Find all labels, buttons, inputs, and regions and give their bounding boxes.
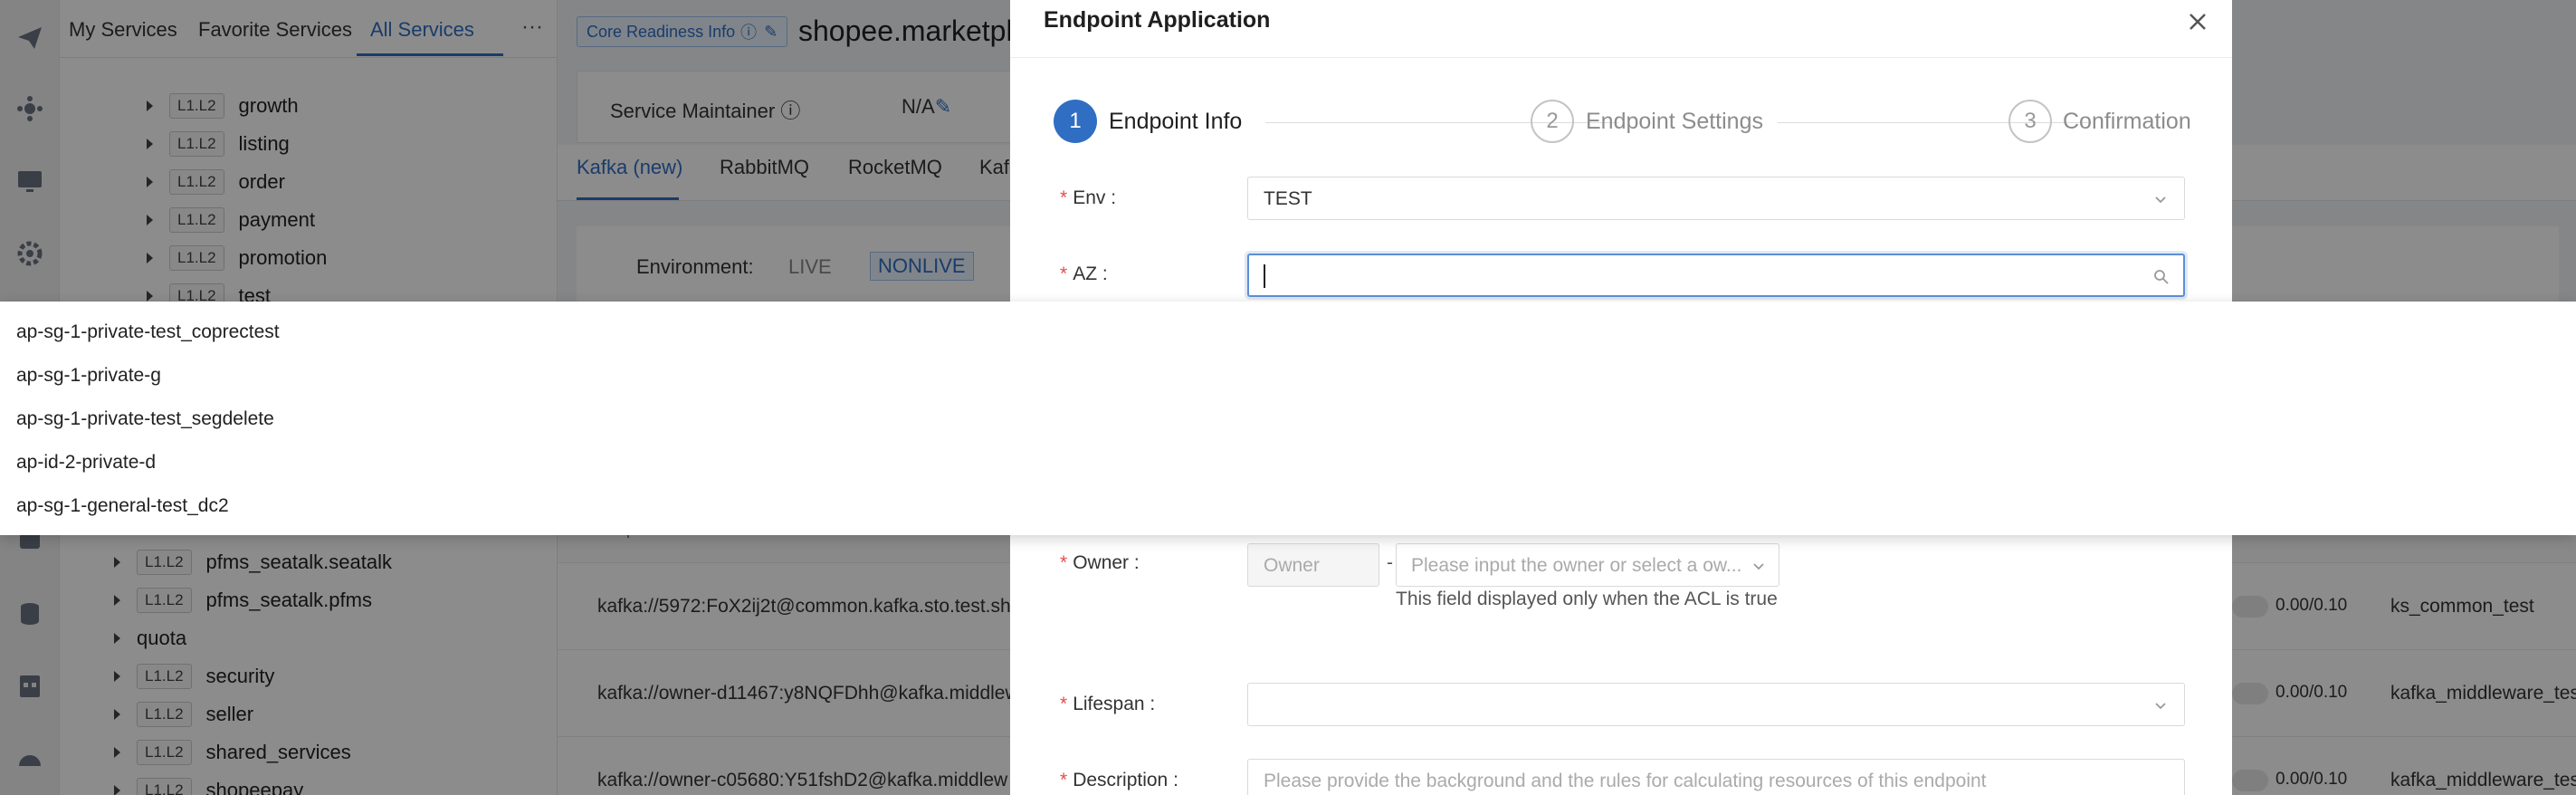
step-2-label: Endpoint Settings: [1586, 109, 1763, 134]
step-2-circle: 2: [1531, 100, 1574, 143]
owner-placeholder: Please input the owner or select a ow...: [1411, 555, 1742, 576]
step-1-label: Endpoint Info: [1109, 109, 1243, 134]
step-3-label: Confirmation: [2063, 109, 2191, 134]
modal-header: Endpoint Application: [1010, 0, 2232, 58]
lifespan-label: * Lifespan :: [1060, 694, 1156, 714]
az-option[interactable]: ap-sg-1-general-test_dc2: [16, 495, 229, 517]
text-cursor: [1264, 264, 1265, 288]
az-option[interactable]: ap-id-2-private-d: [16, 452, 156, 474]
step-3-circle: 3: [2008, 100, 2052, 143]
description-placeholder: Please provide the background and the ru…: [1264, 771, 1987, 791]
az-search-input[interactable]: [1247, 254, 2185, 297]
env-label: * Env :: [1060, 187, 1117, 208]
chevron-down-icon: [1750, 557, 1768, 575]
az-option[interactable]: ap-sg-1-private-g: [16, 365, 161, 387]
owner-type-field[interactable]: Owner: [1247, 543, 1379, 587]
az-option[interactable]: ap-sg-1-private-test_coprectest: [16, 321, 280, 343]
step-1-circle: 1: [1054, 100, 1097, 143]
search-icon: [2152, 268, 2171, 286]
az-dropdown-list: ap-sg-1-private-test_coprectest ap-sg-1-…: [0, 302, 2576, 535]
owner-hint-text: This field displayed only when the ACL i…: [1396, 589, 1778, 609]
env-select[interactable]: TEST: [1247, 177, 2185, 220]
description-textarea[interactable]: Please provide the background and the ru…: [1247, 759, 2185, 795]
chevron-down-icon: [2151, 696, 2170, 714]
chevron-down-icon: [2151, 190, 2170, 208]
az-option[interactable]: ap-sg-1-private-test_segdelete: [16, 408, 274, 430]
description-label: * Description :: [1060, 770, 1178, 790]
env-select-value: TEST: [1264, 188, 1312, 209]
separator: -: [1387, 552, 1393, 573]
lifespan-select[interactable]: [1247, 683, 2185, 726]
owner-label: * Owner :: [1060, 552, 1140, 573]
owner-select[interactable]: Please input the owner or select a ow...: [1396, 543, 1779, 587]
az-label: * AZ :: [1060, 263, 1108, 284]
modal-title: Endpoint Application: [1044, 7, 1271, 33]
close-icon[interactable]: [2180, 4, 2216, 40]
